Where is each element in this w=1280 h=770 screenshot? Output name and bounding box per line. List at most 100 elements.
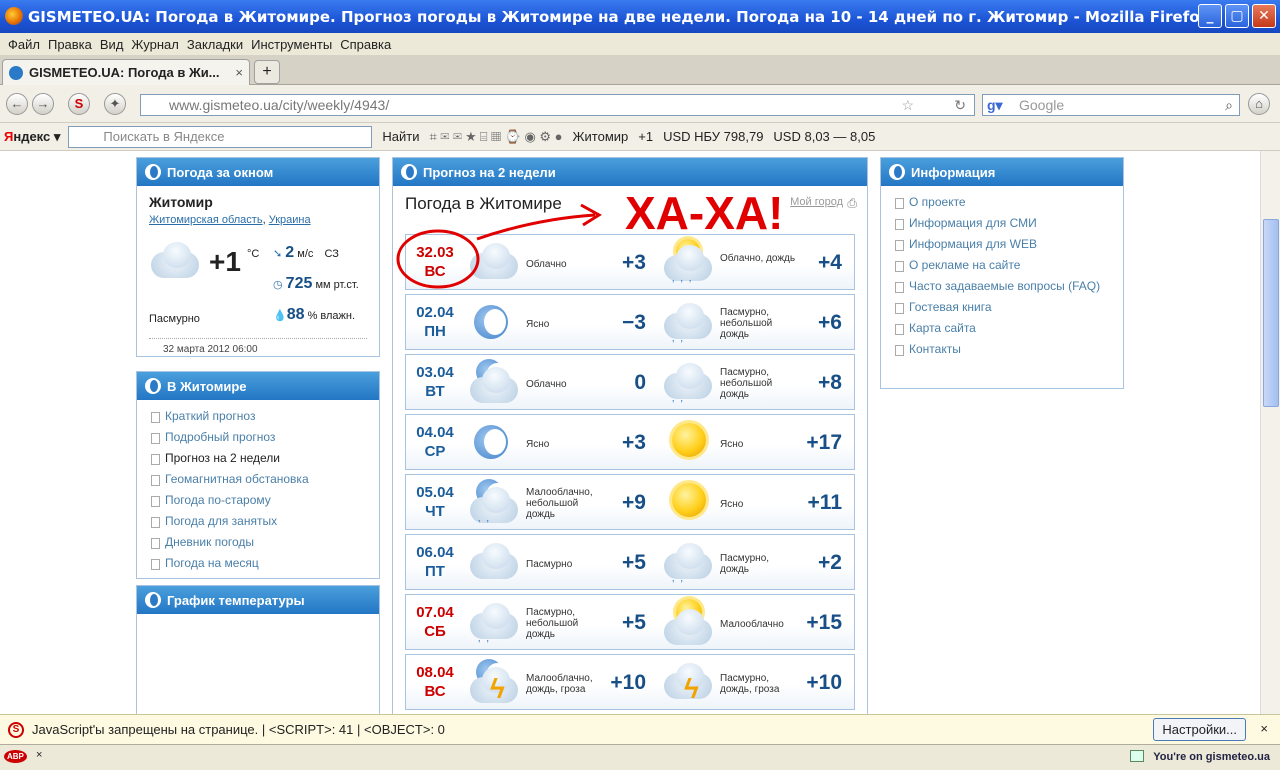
yandex-city[interactable]: Житомир: [573, 129, 629, 144]
country-link[interactable]: Украина: [269, 214, 311, 226]
tab-label: GISMETEO.UA: Погода в Жи...: [29, 65, 220, 80]
info-link[interactable]: Контакты: [893, 339, 1111, 360]
noscript-close-icon[interactable]: ×: [1260, 721, 1268, 736]
noscript-icon: S: [8, 721, 24, 738]
info-link[interactable]: О проекте: [893, 192, 1111, 213]
url-text: www.gismeteo.ua/city/weekly/4943/: [169, 97, 390, 113]
day-temp: +6: [818, 311, 842, 334]
night-temp: 0: [634, 371, 646, 394]
yandex-toolbar-icons[interactable]: ⌗ ✉ ✉ ★ ⌸ ▦ ⌚ ◉ ⚙ ●: [430, 129, 563, 145]
city-menu-link[interactable]: Погода на месяц: [149, 553, 367, 574]
rain-icon: ʼʼ: [478, 639, 495, 651]
yandex-usd-rate[interactable]: USD 8,03 — 8,05: [773, 129, 875, 144]
forecast-date: 04.04 СР: [416, 424, 454, 460]
adblock-icon[interactable]: ABP: [4, 750, 27, 763]
minimize-button[interactable]: _: [1198, 4, 1222, 28]
yandex-logo[interactable]: Яндекс ▾: [4, 129, 60, 145]
address-bar[interactable]: www.gismeteo.ua/city/weekly/4943/ ☆ ↻: [140, 94, 975, 116]
city-menu-link[interactable]: Дневник погоды: [149, 532, 367, 553]
yandex-find-button[interactable]: Найти: [382, 129, 419, 144]
menu-history[interactable]: Журнал: [131, 37, 178, 52]
current-timestamp: 32 марта 2012 06:00: [163, 344, 258, 355]
home-icon[interactable]: ⌂: [1248, 93, 1270, 115]
menu-bookmarks[interactable]: Закладки: [187, 37, 243, 52]
yandex-search-input[interactable]: Поискать в Яндексе: [68, 125, 373, 148]
info-link[interactable]: Информация для WEB: [893, 234, 1111, 255]
city-menu-list: Краткий прогноз Подробный прогноз Прогно…: [137, 400, 379, 580]
noscript-icon[interactable]: S: [68, 93, 90, 115]
menu-edit[interactable]: Правка: [48, 37, 92, 52]
current-details: ➘ 2 м/с СЗ ◷ 725 мм рт.ст. 💧88 % влажн.: [273, 238, 359, 331]
city-menu-link[interactable]: Краткий прогноз: [149, 406, 367, 427]
annotation-circle: [396, 229, 480, 289]
city-menu-link[interactable]: Геомагнитная обстановка: [149, 469, 367, 490]
city-menu-header: В Житомире: [137, 372, 379, 400]
city-menu-link[interactable]: Подробный прогноз: [149, 427, 367, 448]
forecast-row: 08.04 ВС ϟ Малооблачно, дождь, гроза +10 …: [405, 654, 855, 710]
forecast-row: 06.04 ПТ Пасмурно +5 ʼʼ Пасмурно, дождь +…: [405, 534, 855, 591]
city-menu-link[interactable]: Погода по-старому: [149, 490, 367, 511]
search-box[interactable]: g▾ Google ⌕: [982, 94, 1240, 116]
day-temp: +15: [806, 611, 842, 634]
info-link[interactable]: Карта сайта: [893, 318, 1111, 339]
maximize-button[interactable]: ▢: [1225, 4, 1249, 28]
temperature-graph-header: График температуры: [137, 586, 379, 614]
info-link[interactable]: О рекламе на сайте: [893, 255, 1111, 276]
close-window-button[interactable]: ✕: [1252, 4, 1276, 28]
current-site-text: You're on gismeteo.ua: [1153, 751, 1270, 763]
addon-bar-close-icon[interactable]: ×: [36, 749, 42, 761]
info-link[interactable]: Информация для СМИ: [893, 213, 1111, 234]
info-icon: [1130, 750, 1144, 762]
rain-icon: ʼʼ: [672, 399, 689, 411]
gauge-icon: ◷: [273, 279, 283, 291]
wind-arrow-icon: ➘: [273, 248, 283, 260]
tab-close-icon[interactable]: ×: [235, 65, 243, 80]
scrollbar-thumb[interactable]: [1263, 219, 1279, 407]
search-icon[interactable]: ⌕: [1225, 97, 1233, 114]
cloud-icon: [466, 541, 522, 581]
vertical-scrollbar[interactable]: [1260, 151, 1280, 714]
rain-icon: ʼʼ: [672, 579, 689, 591]
annotation-arrow-line: [476, 213, 596, 241]
forecast-date: 07.04 СБ: [416, 604, 454, 640]
forecast-row: 07.04 СБ ʼʼ Пасмурно, небольшой дождь +5 …: [405, 594, 855, 651]
cloud-icon: [660, 607, 716, 645]
menu-help[interactable]: Справка: [340, 37, 391, 52]
window-title: GISMETEO.UA: Погода в Житомире. Прогноз …: [28, 7, 1210, 26]
region-link[interactable]: Житомирская область: [149, 214, 263, 226]
lightning-icon: ϟ: [490, 673, 505, 704]
drop-icon: 💧: [273, 310, 287, 322]
sun-icon: [672, 483, 706, 517]
forward-button[interactable]: →: [32, 93, 54, 115]
window-titlebar: GISMETEO.UA: Погода в Житомире. Прогноз …: [0, 0, 1280, 33]
tab-gismeteo[interactable]: GISMETEO.UA: Погода в Жи... ×: [2, 59, 250, 85]
search-placeholder: Google: [1019, 97, 1065, 113]
rain-icon: ʼʼ: [672, 339, 689, 351]
noscript-settings-button[interactable]: Настройки...: [1153, 718, 1246, 741]
addon-icon[interactable]: ✦: [104, 93, 126, 115]
city-menu-link[interactable]: Погода для занятых: [149, 511, 367, 532]
menu-bar: Файл Правка Вид Журнал Закладки Инструме…: [0, 33, 1280, 55]
cloud-icon: [147, 240, 203, 280]
reload-icon[interactable]: ↻: [954, 97, 966, 114]
wind-row: ➘ 2 м/с СЗ: [273, 244, 339, 261]
menu-file[interactable]: Файл: [8, 37, 40, 52]
annotation-text: ХА-ХА!: [625, 187, 783, 239]
new-tab-button[interactable]: +: [254, 60, 280, 84]
info-panel: Информация О проекте Информация для СМИ …: [880, 157, 1124, 389]
info-link[interactable]: Гостевая книга: [893, 297, 1111, 318]
day-temp: +2: [818, 551, 842, 574]
yandex-temp[interactable]: +1: [638, 129, 653, 144]
gismeteo-favicon-icon: [9, 65, 23, 80]
night-temp: +5: [622, 551, 646, 574]
bookmark-star-icon[interactable]: ☆: [901, 97, 914, 114]
menu-tools[interactable]: Инструменты: [251, 37, 332, 52]
moon-icon: [474, 425, 508, 459]
page-content: Погода за окном Житомир Житомирская обла…: [0, 151, 1260, 714]
city-menu-link-active: Прогноз на 2 недели: [149, 448, 367, 469]
yandex-nbu-rate[interactable]: USD НБУ 798,79: [663, 129, 763, 144]
back-button[interactable]: ←: [6, 93, 28, 115]
menu-view[interactable]: Вид: [100, 37, 124, 52]
info-header: Информация: [881, 158, 1123, 186]
info-link[interactable]: Часто задаваемые вопросы (FAQ): [893, 276, 1111, 297]
